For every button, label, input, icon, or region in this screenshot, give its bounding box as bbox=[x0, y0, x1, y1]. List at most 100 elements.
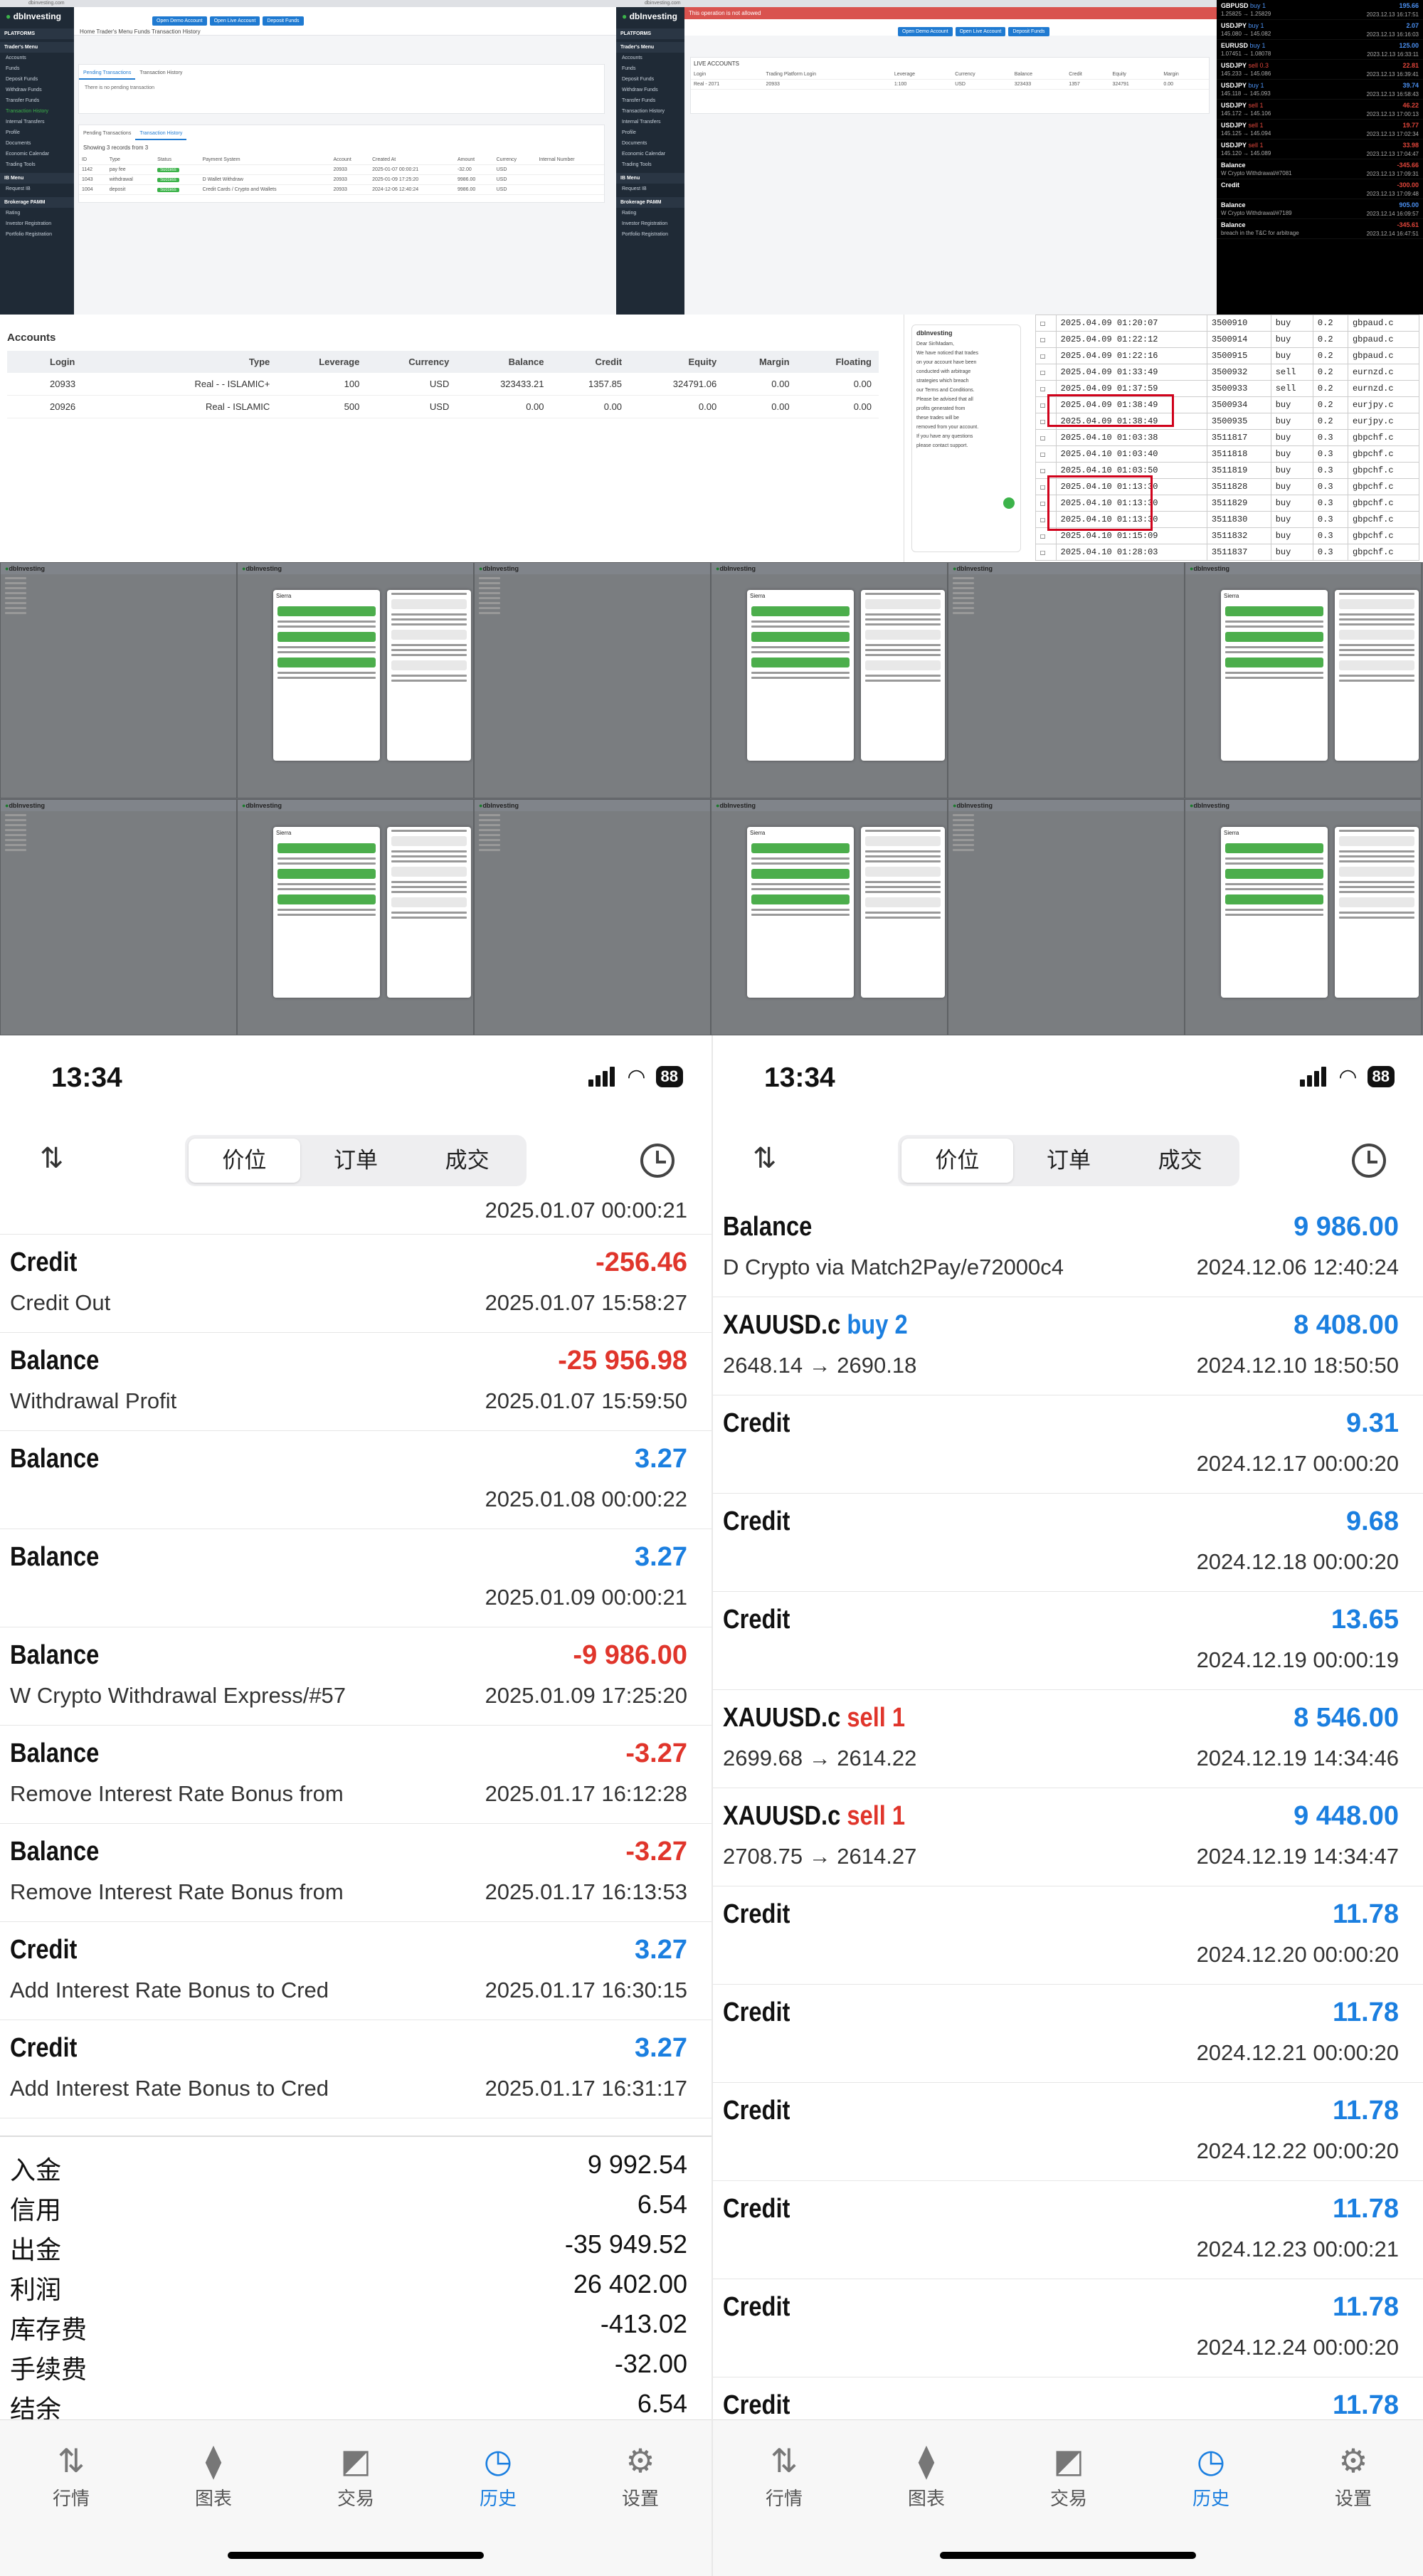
history-row[interactable]: Balance -3.27 Remove Interest Rate Bonus f… bbox=[0, 1824, 712, 1922]
history-row[interactable]: Credit 3.27 Add Interest Rate Bonus to Cre… bbox=[0, 2020, 712, 2118]
sidebar-item[interactable]: PLATFORMS bbox=[616, 28, 684, 39]
sidebar-item[interactable]: Economic Calendar bbox=[0, 149, 74, 159]
sidebar-item[interactable]: IB Menu bbox=[0, 173, 74, 184]
sidebar-item[interactable]: Documents bbox=[616, 138, 684, 149]
trade-list-item[interactable]: USDJPY sell 1 46.22 145.172 → 145.106 2023.… bbox=[1217, 100, 1423, 120]
history-row[interactable]: Credit 11.78 2024.12.23 00:00:21 bbox=[713, 2181, 1423, 2279]
trade-list-item[interactable]: Balance -345.66 W Crypto Withdrawal/#7081 2… bbox=[1217, 159, 1423, 179]
history-row[interactable]: Balance -25 956.98 Withdrawal Profit 2025.0… bbox=[0, 1333, 712, 1431]
sidebar-item[interactable]: PLATFORMS bbox=[0, 28, 74, 39]
trade-list-item[interactable]: USDJPY buy 1 39.74 145.118 → 145.093 2023.1… bbox=[1217, 80, 1423, 100]
history-row[interactable]: Balance 9 986.00 D Crypto via Match2Pay/e7… bbox=[713, 1199, 1423, 1297]
history-row[interactable]: Credit 11.78 2024.12.21 00:00:20 bbox=[713, 1985, 1423, 2083]
history-row[interactable]: Balance 3.27 2025.01.08 00:00:22 bbox=[0, 1431, 712, 1529]
history-row[interactable]: Credit -256.46 Credit Out 2025.01.07 15:58:… bbox=[0, 1235, 712, 1333]
trade-list-item[interactable]: USDJPY buy 1 2.07 145.080 → 145.082 2023.12… bbox=[1217, 20, 1423, 40]
sidebar-item[interactable]: Accounts bbox=[616, 53, 684, 63]
trade-list-item[interactable]: USDJPY sell 0.3 22.81 145.233 → 145.086 202… bbox=[1217, 60, 1423, 80]
sidebar-item[interactable]: Withdraw Funds bbox=[0, 85, 74, 95]
sidebar-item[interactable]: Brokerage PAMM bbox=[0, 197, 74, 208]
segment-tab-0[interactable]: 价位 bbox=[901, 1139, 1013, 1183]
sidebar-item[interactable]: Trader's Menu bbox=[0, 42, 74, 53]
accounts-row[interactable]: 20933 Real - - ISLAMIC+ 100 USD 323433.21 135… bbox=[7, 373, 879, 396]
tab-gear[interactable]: ⚙ 设置 bbox=[1282, 2442, 1423, 2511]
history-row[interactable]: XAUUSD.c buy 2 8 408.00 2648.14 → 2690.18 2… bbox=[713, 1297, 1423, 1395]
sidebar-item[interactable]: Request IB bbox=[0, 184, 74, 194]
trade-list-item[interactable]: EURUSD buy 1 125.00 1.07451 → 1.08078 2023.… bbox=[1217, 40, 1423, 60]
segment-tab-0[interactable]: 价位 bbox=[189, 1139, 300, 1183]
clock-icon[interactable] bbox=[640, 1144, 675, 1178]
sidebar-item[interactable]: IB Menu bbox=[616, 173, 684, 184]
sidebar-item[interactable]: Portfolio Registration bbox=[616, 229, 684, 240]
sidebar-item[interactable]: Profile bbox=[616, 127, 684, 138]
history-row[interactable]: Balance 3.27 2025.01.09 00:00:21 bbox=[0, 1529, 712, 1627]
trade-list-item[interactable]: USDJPY sell 1 33.98 145.120 → 145.089 2023.… bbox=[1217, 139, 1423, 159]
sidebar-item[interactable]: Rating bbox=[616, 208, 684, 218]
tab-history-clock[interactable]: ◷ 历史 bbox=[1140, 2442, 1282, 2511]
tab-arrows-updown[interactable]: ⇅ 行情 bbox=[713, 2442, 855, 2511]
segment-tab-1[interactable]: 订单 bbox=[300, 1139, 412, 1183]
row-checkbox[interactable]: ☐ bbox=[1035, 429, 1057, 446]
sidebar-item[interactable]: Transaction History bbox=[0, 106, 74, 117]
history-row[interactable]: Credit 13.65 2024.12.19 00:00:19 bbox=[713, 1592, 1423, 1690]
sidebar-item[interactable]: Economic Calendar bbox=[616, 149, 684, 159]
header-action-button[interactable]: Open Live Account bbox=[209, 16, 260, 26]
row-checkbox[interactable]: ☐ bbox=[1035, 347, 1057, 364]
sidebar-item[interactable]: Investor Registration bbox=[0, 218, 74, 229]
transaction-tab[interactable]: Transaction History bbox=[135, 128, 187, 140]
trade-list-item[interactable]: Balance -345.61 breach in the T&C for arbi… bbox=[1217, 219, 1423, 239]
trade-list-item[interactable]: USDJPY sell 1 19.77 145.125 → 145.094 2023.… bbox=[1217, 120, 1423, 139]
history-row[interactable]: Balance -9 986.00 W Crypto Withdrawal Expr… bbox=[0, 1627, 712, 1726]
header-action-button[interactable]: Deposit Funds bbox=[1008, 27, 1049, 36]
row-checkbox[interactable]: ☐ bbox=[1035, 331, 1057, 348]
sidebar-item[interactable]: Portfolio Registration bbox=[0, 229, 74, 240]
header-action-button[interactable]: Open Live Account bbox=[955, 27, 1006, 36]
sidebar-item[interactable]: Internal Transfers bbox=[616, 117, 684, 127]
sidebar-item[interactable]: Deposit Funds bbox=[0, 74, 74, 85]
sidebar-item[interactable]: Profile bbox=[0, 127, 74, 138]
row-checkbox[interactable]: ☐ bbox=[1035, 315, 1057, 332]
sidebar-item[interactable]: Trading Tools bbox=[0, 159, 74, 170]
sidebar-item[interactable]: Investor Registration bbox=[616, 218, 684, 229]
history-row[interactable]: Credit 3.27 Add Interest Rate Bonus to Cre… bbox=[0, 1922, 712, 2020]
history-row[interactable]: Credit 11.78 2024.12.20 00:00:20 bbox=[713, 1886, 1423, 1985]
header-action-button[interactable]: Open Demo Account bbox=[898, 27, 953, 36]
tab-line-chart[interactable]: ◩ 交易 bbox=[998, 2442, 1140, 2511]
tab-arrows-updown[interactable]: ⇅ 行情 bbox=[0, 2442, 142, 2511]
sidebar-item[interactable]: Request IB bbox=[616, 184, 684, 194]
transaction-tab[interactable]: Transaction History bbox=[135, 68, 186, 78]
tab-candlestick[interactable]: ⧫ 图表 bbox=[855, 2442, 998, 2511]
trade-list-item[interactable]: GBPUSD buy 1 195.66 1.25825 → 1.25829 2023.… bbox=[1217, 0, 1423, 20]
history-row[interactable]: Credit 9.68 2024.12.18 00:00:20 bbox=[713, 1494, 1423, 1592]
sidebar-item[interactable]: Accounts bbox=[0, 53, 74, 63]
history-row[interactable]: Credit 11.78 2024.12.24 00:00:20 bbox=[713, 2279, 1423, 2377]
segment-tab-1[interactable]: 订单 bbox=[1013, 1139, 1125, 1183]
sidebar-item[interactable]: Trader's Menu bbox=[616, 42, 684, 53]
segment-tab-2[interactable]: 成交 bbox=[411, 1139, 523, 1183]
sidebar-item[interactable]: Transfer Funds bbox=[616, 95, 684, 106]
tab-line-chart[interactable]: ◩ 交易 bbox=[285, 2442, 427, 2511]
clock-icon-2[interactable] bbox=[1352, 1144, 1386, 1178]
tab-candlestick[interactable]: ⧫ 图表 bbox=[142, 2442, 285, 2511]
sidebar-item[interactable]: Funds bbox=[0, 63, 74, 74]
transaction-tab[interactable]: Pending Transactions bbox=[79, 128, 135, 139]
sidebar-item[interactable]: Internal Transfers bbox=[0, 117, 74, 127]
row-checkbox[interactable]: ☐ bbox=[1035, 364, 1057, 381]
sidebar-item[interactable]: Brokerage PAMM bbox=[616, 197, 684, 208]
history-row[interactable]: Credit 9.31 2024.12.17 00:00:20 bbox=[713, 1395, 1423, 1494]
sidebar-item[interactable]: Trading Tools bbox=[616, 159, 684, 170]
history-row[interactable]: Balance -3.27 Remove Interest Rate Bonus f… bbox=[0, 1726, 712, 1824]
sidebar-item[interactable]: Deposit Funds bbox=[616, 74, 684, 85]
header-action-button[interactable]: Open Demo Account bbox=[152, 16, 207, 26]
sort-icon-2[interactable]: ⇅ bbox=[753, 1142, 777, 1175]
history-row[interactable]: XAUUSD.c sell 1 8 546.00 2699.68 → 2614.22… bbox=[713, 1690, 1423, 1788]
accounts-row[interactable]: 20926 Real - ISLAMIC 500 USD 0.00 0.00 0.00 0.0… bbox=[7, 395, 879, 418]
segment-tab-2[interactable]: 成交 bbox=[1124, 1139, 1236, 1183]
sidebar-item[interactable]: Funds bbox=[616, 63, 684, 74]
row-checkbox[interactable]: ☐ bbox=[1035, 445, 1057, 463]
sidebar-item[interactable]: Rating bbox=[0, 208, 74, 218]
tab-gear[interactable]: ⚙ 设置 bbox=[569, 2442, 712, 2511]
trade-list-item[interactable]: Credit -300.00 2023.12.13 17:09:48 bbox=[1217, 179, 1423, 199]
trade-list-item[interactable]: Balance 905.00 W Crypto Withdrawal/#7189 20… bbox=[1217, 199, 1423, 219]
sidebar-item[interactable]: Documents bbox=[0, 138, 74, 149]
